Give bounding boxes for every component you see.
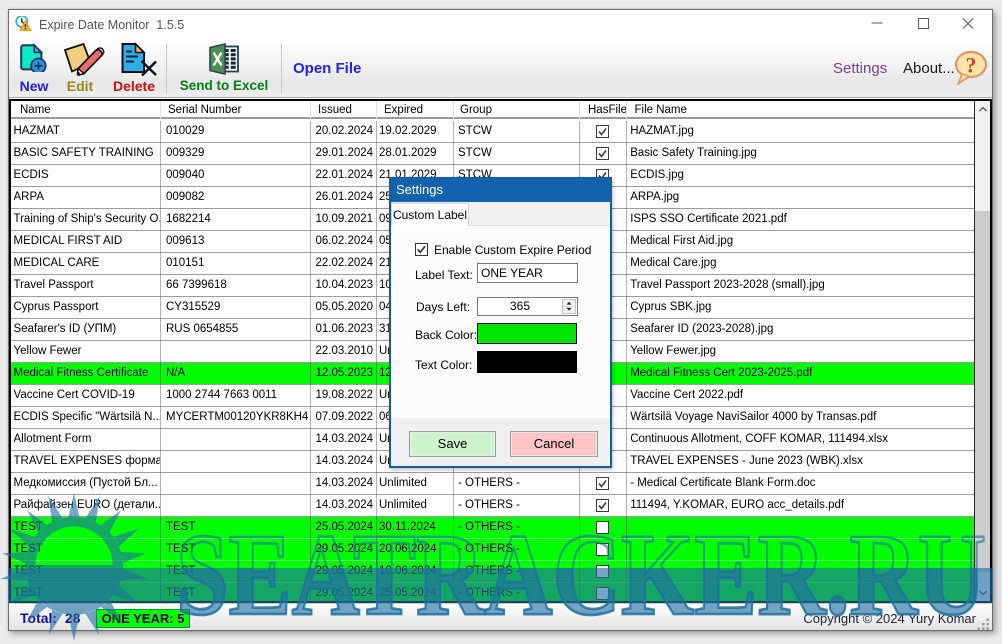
svg-text:?: ?	[966, 53, 977, 78]
